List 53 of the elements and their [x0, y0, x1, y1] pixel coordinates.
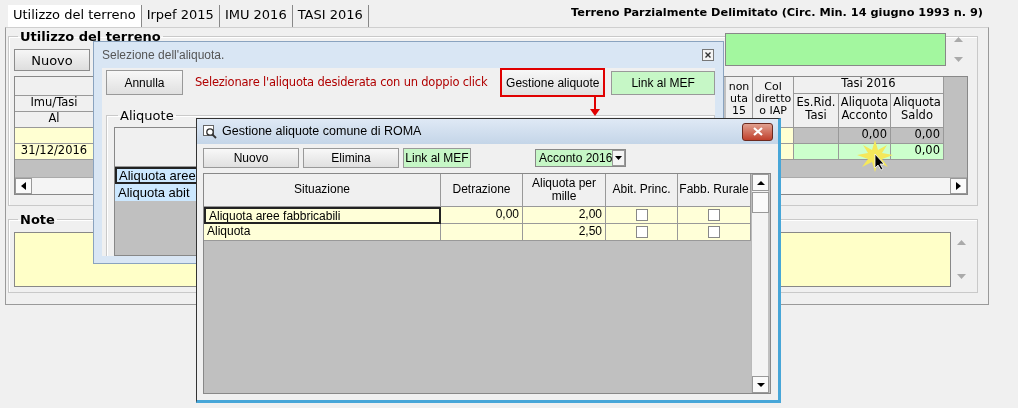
toolbar-button[interactable]: Nuovo — [203, 148, 299, 168]
link-button[interactable]: Link al MEF — [403, 148, 471, 168]
checkbox[interactable] — [708, 208, 720, 221]
scroll-thumb[interactable] — [752, 192, 769, 213]
table-cell: 2,00 — [523, 207, 606, 224]
table-cell: Aliquota aree fabbricabili — [204, 207, 441, 224]
table-cell: 2,50 — [523, 224, 606, 241]
table-cell: 0,00 — [839, 128, 891, 144]
form-title: Terreno Parzialmente Delimitato (Circ. Min. 14 giugno 1993 n. 9) — [571, 6, 983, 20]
close-icon[interactable] — [702, 49, 714, 61]
cancel-button[interactable]: Annulla — [106, 70, 183, 95]
scroll-right-icon[interactable] — [956, 182, 961, 190]
checkbox[interactable] — [635, 208, 648, 221]
checkbox[interactable] — [635, 225, 648, 238]
period-select[interactable]: Acconto 2016 — [535, 149, 626, 167]
new-button[interactable]: Nuovo — [14, 49, 90, 71]
scroll-left-icon[interactable] — [21, 182, 26, 190]
group-title: Note — [19, 212, 56, 227]
link-button[interactable]: Link al MEF — [611, 70, 715, 95]
column-header: Situazione — [204, 174, 441, 207]
column-header: Abit. Princ. — [606, 174, 678, 207]
group-title: Aliquote — [119, 108, 175, 123]
checkbox[interactable] — [708, 225, 720, 238]
table-cell: 0,00 — [891, 128, 944, 144]
table-cell: 0,00 — [441, 207, 523, 224]
dialog-title: Selezione dell'aliquota. — [102, 47, 225, 63]
table-cell: 0,00 — [891, 144, 944, 160]
group-title: Utilizzo del terreno — [19, 29, 162, 44]
column-header: Es.Rid. Tasi — [794, 94, 839, 128]
instruction-text: Selezionare l'aliquota desiderata con un doppio click — [194, 75, 488, 90]
scroll-down-icon[interactable] — [756, 382, 765, 387]
table-cell: Aliquota — [204, 224, 441, 241]
toolbar-button[interactable]: Elimina — [303, 148, 399, 168]
dialog-title: Gestione aliquote comune di ROMA — [222, 124, 422, 139]
cursor-icon — [857, 140, 893, 172]
caret-icon — [615, 156, 623, 160]
column-header: Imu/Tasi — [15, 96, 94, 112]
pointer-arrow — [590, 97, 600, 116]
scroll-up-icon[interactable] — [756, 180, 765, 185]
column-header: Detrazione — [441, 174, 523, 207]
table-cell: 31/12/2016 — [15, 144, 94, 160]
tab[interactable]: Irpef 2015 — [141, 5, 220, 27]
manage-rates-button[interactable]: Gestione aliquote — [500, 68, 606, 97]
search-icon — [203, 124, 217, 139]
column-header: Aliquota Acconto — [839, 94, 891, 128]
column-group-header: Tasi 2016 — [794, 77, 944, 94]
column-header: Aliquota per mille — [523, 174, 606, 207]
tab[interactable]: TASI 2016 — [292, 5, 369, 27]
column-header: Aliquota Saldo — [891, 94, 944, 128]
tab[interactable]: IMU 2016 — [219, 5, 293, 27]
column-header: Fabb. Rurale — [678, 174, 751, 207]
column-header: Al — [15, 112, 94, 128]
tab[interactable]: Utilizzo del terreno — [8, 5, 142, 27]
